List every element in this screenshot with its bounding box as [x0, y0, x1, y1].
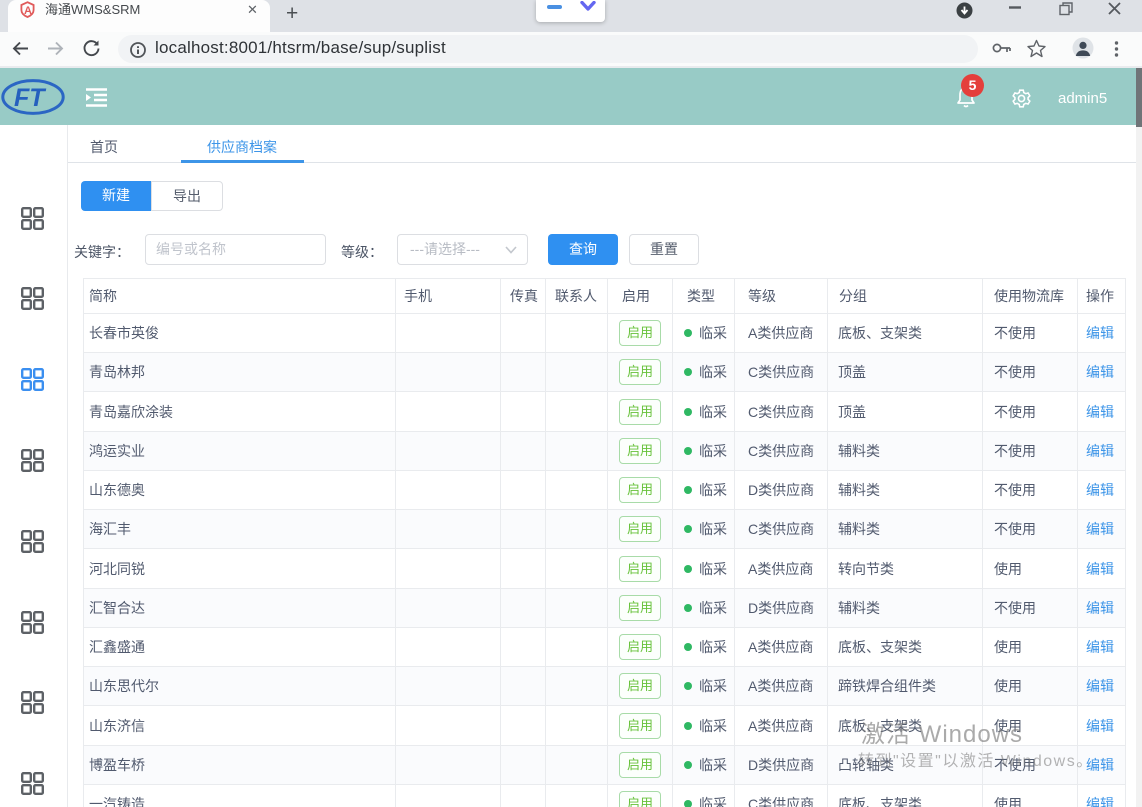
svg-text:A: A	[24, 5, 32, 17]
svg-text:FT: FT	[14, 84, 47, 112]
